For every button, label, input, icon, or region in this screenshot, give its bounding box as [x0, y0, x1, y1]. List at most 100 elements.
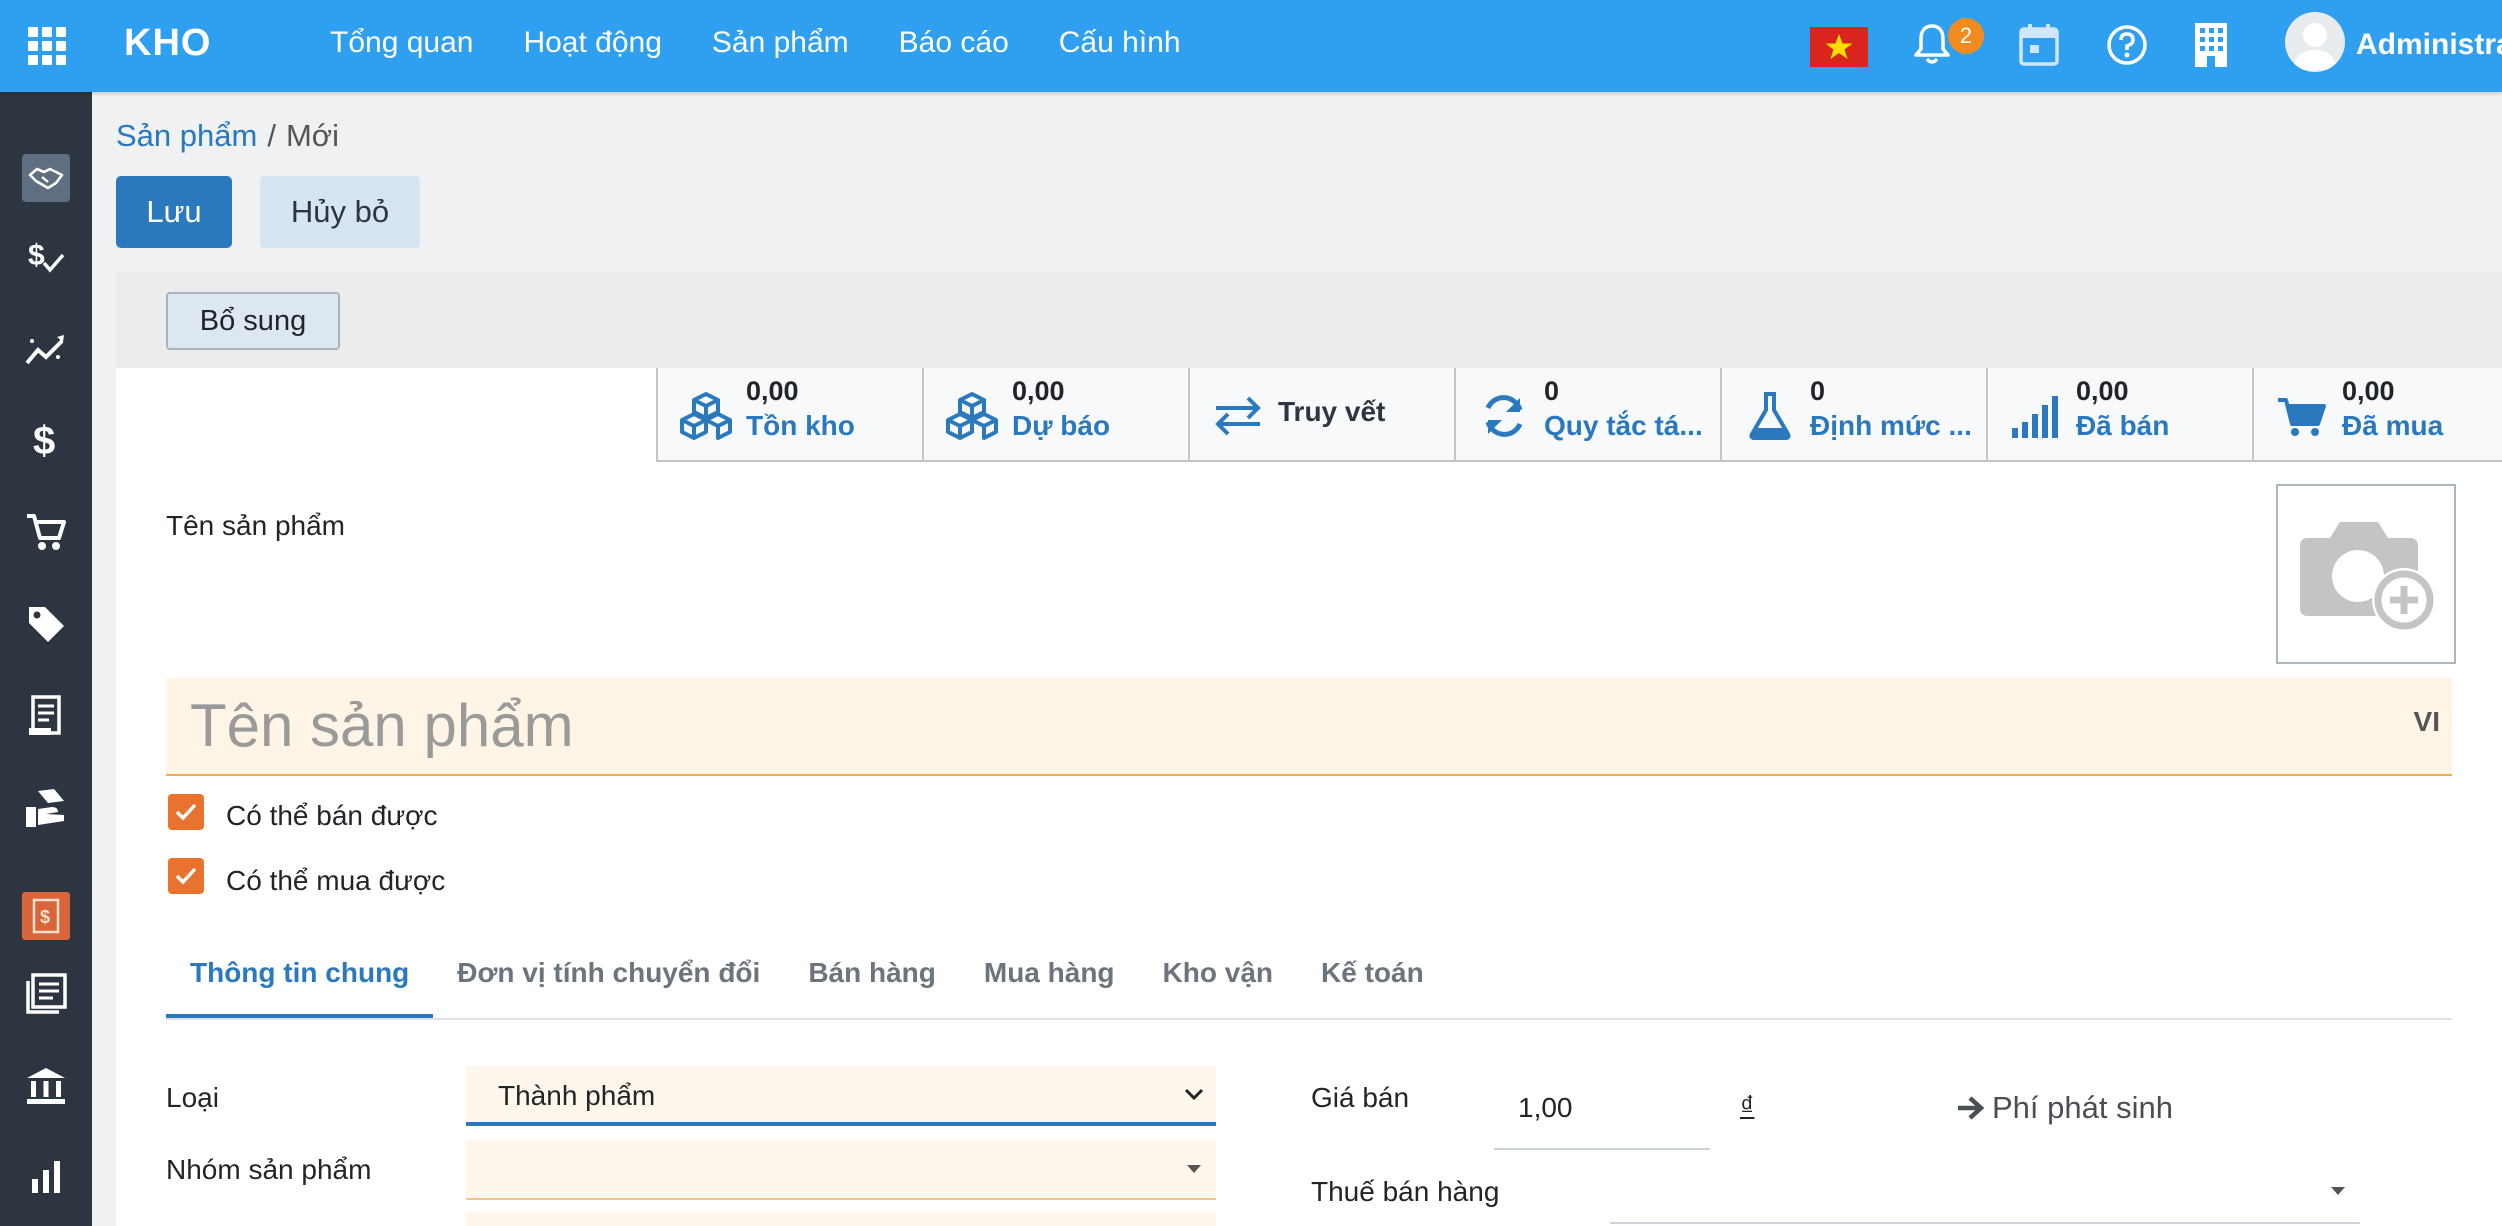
stat-value: 0,00 — [1012, 376, 1065, 406]
breadcrumb-separator: / — [267, 118, 276, 153]
handshake-icon[interactable] — [22, 154, 70, 202]
chevron-down-icon — [1184, 1088, 1204, 1101]
translate-language-button[interactable]: VI — [2414, 706, 2440, 738]
stat-value: 0,00 — [2342, 376, 2395, 406]
signal-icon — [2012, 396, 2058, 438]
smart-buttons: 0,00 Tồn kho 0,00 Dự báo Truy vết 0 Quy … — [656, 368, 2502, 462]
product-name-input[interactable] — [188, 692, 2342, 758]
company-building-icon[interactable] — [2193, 21, 2229, 74]
product-image-upload[interactable] — [2276, 484, 2456, 664]
menu-item-configuration[interactable]: Cấu hình — [1034, 26, 1206, 60]
sale-price-value: 1,00 — [1518, 1092, 1573, 1123]
receipt-icon[interactable] — [22, 692, 70, 740]
next-field-select[interactable] — [466, 1212, 1216, 1226]
stat-label: Dự báo — [1012, 410, 1111, 441]
trend-icon[interactable] — [22, 326, 70, 374]
invoice-icon[interactable]: $ — [22, 892, 70, 940]
stat-button-bom[interactable]: 0 Định mức ... — [1722, 368, 1988, 460]
tab-sales[interactable]: Bán hàng — [784, 944, 960, 1018]
product-type-value: Thành phẩm — [498, 1080, 656, 1111]
caret-down-icon — [2331, 1187, 2345, 1195]
user-avatar[interactable] — [2285, 12, 2345, 72]
notification-badge: 2 — [1948, 18, 1984, 54]
product-category-label: Nhóm sản phẩm — [166, 1154, 372, 1185]
app-brand[interactable]: KHO — [124, 22, 211, 65]
stat-label: Quy tắc tá... — [1544, 410, 1703, 441]
stat-label: Truy vết — [1278, 396, 1386, 427]
cubes-icon — [680, 392, 732, 440]
sale-price-label: Giá bán — [1311, 1082, 1410, 1113]
cart-icon[interactable] — [22, 508, 70, 556]
main-menu: Tổng quan Hoạt động Sản phẩm Báo cáo Cấu… — [305, 26, 1206, 60]
help-icon[interactable] — [2106, 24, 2148, 71]
checkmark-icon — [175, 803, 197, 821]
menu-item-reports[interactable]: Báo cáo — [874, 26, 1034, 60]
apps-menu-icon[interactable] — [28, 27, 66, 65]
can-be-sold-label[interactable]: Có thể bán được — [226, 800, 437, 832]
stat-value: 0 — [1544, 376, 1560, 406]
menu-item-overview[interactable]: Tổng quan — [305, 26, 498, 60]
product-name-label: Tên sản phẩm — [166, 510, 345, 541]
top-navbar: KHO Tổng quan Hoạt động Sản phẩm Báo cáo… — [0, 0, 2502, 92]
sales-tax-select[interactable] — [1610, 1162, 2360, 1224]
stat-button-reorder-rules[interactable]: 0 Quy tắc tá... — [1456, 368, 1722, 460]
stat-label: Đã mua — [2342, 410, 2444, 441]
calendar-icon[interactable] — [2018, 22, 2060, 73]
caret-down-icon — [1187, 1165, 1201, 1173]
tab-inventory[interactable]: Kho vận — [1139, 944, 1297, 1018]
menu-item-operations[interactable]: Hoạt động — [498, 26, 686, 60]
breadcrumb: Sản phẩm / Mới — [116, 118, 339, 154]
stat-button-on-hand[interactable]: 0,00 Tồn kho — [658, 368, 924, 460]
breadcrumb-parent[interactable]: Sản phẩm — [116, 118, 257, 153]
extra-fee-link[interactable]: Phí phát sinh — [1956, 1090, 2173, 1126]
stat-value: 0 — [1810, 376, 1826, 406]
app-sidebar: $ $ $ — [0, 92, 92, 1226]
dollar-icon[interactable]: $ — [22, 416, 70, 464]
checkmark-icon — [175, 867, 197, 885]
stat-value: 0,00 — [746, 376, 799, 406]
arrow-right-icon — [1958, 1096, 1985, 1120]
stat-label: Đã bán — [2076, 410, 2170, 441]
arrows-exchange-icon — [1215, 396, 1261, 436]
can-be-purchased-label[interactable]: Có thể mua được — [226, 865, 445, 897]
stat-button-purchased[interactable]: 0,00 Đã mua — [2254, 368, 2502, 460]
stat-value: 0,00 — [2076, 376, 2129, 406]
tab-purchase[interactable]: Mua hàng — [960, 944, 1139, 1018]
can-be-purchased-checkbox[interactable] — [168, 858, 204, 894]
breadcrumb-current: Mới — [285, 118, 339, 153]
svg-text:$: $ — [40, 907, 50, 927]
discard-button[interactable]: Hủy bỏ — [260, 176, 420, 248]
stat-label: Tồn kho — [746, 410, 855, 441]
sale-price-field[interactable]: 1,00 — [1494, 1070, 1710, 1150]
camera-plus-icon — [2300, 522, 2436, 632]
stat-button-sold[interactable]: 0,00 Đã bán — [1988, 368, 2254, 460]
product-type-label: Loại — [166, 1082, 219, 1113]
vietnam-flag-icon[interactable] — [1810, 27, 1868, 67]
menu-item-products[interactable]: Sản phẩm — [687, 26, 874, 60]
product-category-select[interactable] — [466, 1140, 1216, 1200]
save-button[interactable]: Lưu — [116, 176, 232, 248]
books-icon[interactable] — [22, 970, 70, 1018]
stat-button-forecast[interactable]: 0,00 Dự báo — [924, 368, 1190, 460]
tab-uom-conversion[interactable]: Đơn vị tính chuyển đổi — [433, 944, 784, 1018]
svg-text:$: $ — [28, 239, 45, 272]
svg-text:$: $ — [33, 419, 55, 462]
product-type-select[interactable]: Thành phẩm — [466, 1066, 1216, 1126]
bank-icon[interactable] — [22, 1062, 70, 1110]
cubes-icon — [946, 392, 998, 440]
refresh-icon — [1485, 395, 1523, 437]
currency-symbol: ₫ — [1740, 1090, 1755, 1121]
stat-label: Định mức ... — [1810, 410, 1972, 441]
user-name[interactable]: Administrat — [2356, 28, 2502, 62]
tag-icon[interactable] — [22, 600, 70, 648]
chart-icon[interactable] — [22, 1152, 70, 1200]
tab-accounting[interactable]: Kế toán — [1297, 944, 1448, 1018]
sales-tax-label: Thuế bán hàng — [1311, 1176, 1500, 1207]
tab-general-info[interactable]: Thông tin chung — [166, 944, 434, 1018]
form-statusbar: Bổ sung — [116, 272, 2502, 368]
stat-button-traceability[interactable]: Truy vết — [1190, 368, 1456, 460]
can-be-sold-checkbox[interactable] — [168, 794, 204, 830]
hand-money-icon[interactable] — [22, 784, 70, 832]
dollar-check-icon[interactable]: $ — [22, 232, 70, 280]
extra-button[interactable]: Bổ sung — [166, 292, 340, 350]
